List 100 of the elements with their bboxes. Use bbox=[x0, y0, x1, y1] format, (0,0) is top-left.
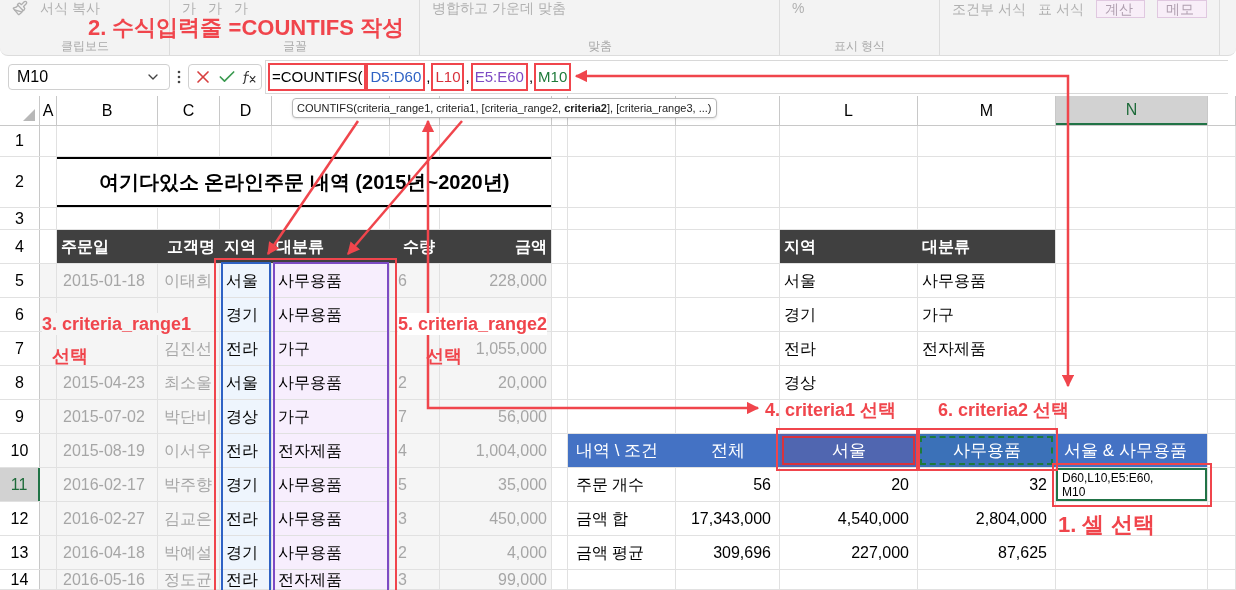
column-letter[interactable]: B bbox=[57, 96, 157, 125]
table-cell-text: 전라 bbox=[226, 440, 258, 461]
column-letter[interactable]: N bbox=[1056, 96, 1207, 125]
table-cell-text: 박예설 bbox=[164, 542, 212, 563]
column-header: 금액 bbox=[440, 230, 551, 263]
table-cell: 2016-05-16 bbox=[63, 570, 145, 589]
annotation-label: 선택 bbox=[52, 345, 88, 367]
table-cell-text: 2016-02-27 bbox=[63, 508, 145, 529]
column-letter[interactable]: M bbox=[918, 96, 1055, 125]
formula-token: L10 bbox=[431, 63, 465, 91]
formula-text: D60,L10,E5:E60, bbox=[1062, 470, 1155, 485]
table-cell-text: 2016-04-18 bbox=[63, 542, 145, 563]
table-cell-text: 금액 합 bbox=[576, 508, 629, 529]
annotation-label: 1. 셀 선택 bbox=[1058, 511, 1155, 539]
table-cell-text: 서울 bbox=[226, 270, 258, 291]
column-header: 대분류 bbox=[918, 230, 1055, 263]
table-cell: 3 bbox=[398, 570, 407, 589]
table-cell-text: 56 bbox=[753, 474, 771, 495]
column-header: 사무용품 bbox=[918, 434, 1055, 467]
more-icon[interactable] bbox=[177, 70, 181, 84]
name-box[interactable]: M10 bbox=[8, 64, 170, 90]
column-header: 지역 bbox=[780, 230, 917, 263]
table-cell-text: 경기 bbox=[226, 474, 258, 495]
table-cell-text: 사무용품 bbox=[278, 304, 342, 325]
table-cell-text: 서울 bbox=[784, 270, 816, 291]
table-cell-text: 사무용품 bbox=[278, 372, 342, 393]
table-cell-text: 전라 bbox=[226, 508, 258, 529]
table-cell-text: 이태희 bbox=[164, 270, 212, 291]
table-cell-text: 박주향 bbox=[164, 474, 212, 495]
group-label: 클립보드 bbox=[59, 39, 110, 53]
table-cell-text: 전라 bbox=[784, 338, 816, 359]
table-cell-text: 2 bbox=[398, 542, 407, 563]
table-cell-text: 금액 평균 bbox=[576, 542, 645, 563]
table-cell: 전라 bbox=[226, 570, 258, 589]
table-cell: 전자제품 bbox=[278, 570, 342, 589]
table-cell-text: 7 bbox=[398, 406, 407, 427]
column-header: 서울 bbox=[780, 434, 917, 467]
table-cell-text: 가구 bbox=[278, 406, 310, 427]
function-icon[interactable] bbox=[241, 69, 257, 85]
annotation-label: 4. criteria1 선택 bbox=[765, 399, 897, 422]
table-cell-text: 경기 bbox=[226, 542, 258, 563]
table-cell-text: 450,000 bbox=[489, 508, 547, 529]
group-label: 표시 형식 bbox=[832, 39, 887, 53]
column-header: 고객명 bbox=[158, 230, 219, 263]
table-cell-text: 20 bbox=[891, 474, 909, 495]
column-letter[interactable]: D bbox=[220, 96, 271, 125]
formula-token: M10 bbox=[534, 63, 572, 91]
table-cell-text: 경상 bbox=[784, 372, 816, 393]
table-cell-text: 2015-07-02 bbox=[63, 406, 145, 427]
table-cell-text: 경상 bbox=[226, 406, 258, 427]
table-cell-text: 309,696 bbox=[713, 542, 771, 563]
formula-token: , bbox=[464, 67, 471, 87]
annotation-label: 3. criteria_range1 bbox=[42, 313, 192, 335]
table-cell-text: 이서우 bbox=[164, 440, 212, 461]
row-header[interactable]: 11 bbox=[0, 468, 40, 501]
table-cell-text: 4,540,000 bbox=[837, 508, 909, 529]
annotation-label: 6. criteria2 선택 bbox=[938, 399, 1070, 422]
table-cell-text: 3 bbox=[398, 508, 407, 529]
table-cell-text: 20,000 bbox=[498, 372, 547, 393]
column-letter[interactable]: C bbox=[158, 96, 219, 125]
column-letter[interactable]: A bbox=[40, 96, 56, 125]
cell-editor[interactable]: D60,L10,E5:E60, M10 bbox=[1056, 468, 1207, 501]
table-cell-text: 1,004,000 bbox=[475, 440, 547, 461]
formula-text: M10 bbox=[1062, 484, 1087, 499]
table-cell-text: 사무용품 bbox=[922, 270, 986, 291]
table-cell-text: 1,055,000 bbox=[475, 338, 547, 359]
column-header: 내역 \ 조건 bbox=[568, 434, 675, 467]
group-label: 맞춤 bbox=[586, 39, 613, 53]
table-cell-text: 2015-04-23 bbox=[63, 372, 145, 393]
annotation-label: 2. 수식입력줄 =COUNTIFS 작성 bbox=[88, 17, 404, 39]
table-cell: 99,000 bbox=[498, 570, 547, 589]
table-cell-text: 경기 bbox=[226, 304, 258, 325]
table-cell-text: 서울 bbox=[226, 372, 258, 393]
table-cell-text: 전자제품 bbox=[922, 338, 986, 359]
table-cell-text: 가구 bbox=[278, 338, 310, 359]
table-cell-text: 6 bbox=[398, 270, 407, 291]
formula-token: , bbox=[527, 67, 535, 87]
formula-token: E5:E60 bbox=[470, 63, 528, 91]
table-cell-text: 227,000 bbox=[851, 542, 909, 563]
table-cell-text: 전자제품 bbox=[278, 440, 342, 461]
table-cell-text: 2016-02-17 bbox=[63, 474, 145, 495]
table-cell-text: 2015-08-19 bbox=[63, 440, 145, 461]
column-letter[interactable]: L bbox=[780, 96, 917, 125]
formula-token: =COUNTIFS( bbox=[268, 63, 367, 91]
table-cell-text: 2 bbox=[398, 372, 407, 393]
table-cell-text: 경기 bbox=[784, 304, 816, 325]
table-cell-text: 가구 bbox=[922, 304, 954, 325]
cell-reference: M10 bbox=[17, 67, 49, 87]
table-cell-text: 5 bbox=[398, 474, 407, 495]
formula-token: D5:D60 bbox=[366, 63, 426, 91]
table-cell-text: 35,000 bbox=[498, 474, 547, 495]
table-cell-text: 전라 bbox=[226, 338, 258, 359]
formula-bar[interactable]: =COUNTIFS( D5:D60 , L10 , E5:E60 , M10 bbox=[265, 60, 1228, 94]
table-cell-text: 사무용품 bbox=[278, 508, 342, 529]
group-label: 글꼴 bbox=[281, 39, 308, 53]
annotation-label: 5. criteria_range2 bbox=[398, 313, 548, 335]
table-cell-text: 17,343,000 bbox=[690, 508, 771, 529]
table-cell-text: 32 bbox=[1029, 474, 1047, 495]
table-cell-text: 최소울 bbox=[164, 372, 212, 393]
table-cell-text: 2,804,000 bbox=[975, 508, 1047, 529]
